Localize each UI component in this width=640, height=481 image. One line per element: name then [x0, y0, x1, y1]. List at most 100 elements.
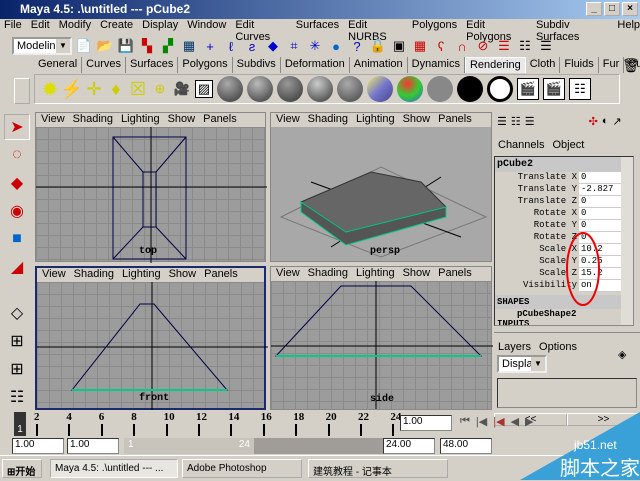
options-menu[interactable]: Options: [539, 341, 577, 353]
viewport-top[interactable]: View Shading Lighting Show Panels top: [35, 112, 267, 263]
ipr-icon[interactable]: ●: [327, 37, 345, 55]
layer-display-select[interactable]: Display: [497, 355, 547, 373]
menu-display[interactable]: Display: [142, 19, 178, 35]
spot-light-icon[interactable]: ♦: [107, 79, 125, 99]
render-view-icon[interactable]: 🎬: [517, 78, 539, 100]
vp-menu-shading[interactable]: Shading: [73, 113, 113, 127]
ambient-light-icon[interactable]: ✹: [41, 79, 59, 101]
camera-icon[interactable]: 🎥: [173, 80, 191, 98]
vp-menu-panels[interactable]: Panels: [438, 113, 472, 127]
tab-cloth[interactable]: Cloth: [526, 57, 561, 73]
snap-view-icon[interactable]: ◆: [264, 37, 282, 55]
channel-value[interactable]: 0: [579, 172, 625, 184]
menu-window[interactable]: Window: [187, 19, 226, 35]
snap-curve-icon[interactable]: ℓ: [222, 37, 240, 55]
minimize-button[interactable]: _: [586, 2, 602, 16]
new-layer-icon[interactable]: ◈: [618, 348, 626, 361]
rotate-tool-icon[interactable]: ◉: [4, 198, 30, 224]
menu-subdiv-surfaces[interactable]: Subdiv Surfaces: [536, 19, 608, 43]
tab-dynamics[interactable]: Dynamics: [408, 57, 465, 73]
step-back-frame-icon[interactable]: |◀: [493, 415, 504, 428]
menu-create[interactable]: Create: [100, 19, 133, 35]
move-tool-icon[interactable]: ◆: [4, 170, 30, 196]
select-tool-icon[interactable]: ➤: [4, 114, 30, 140]
vp-menu-show[interactable]: Show: [403, 113, 431, 127]
layout-view-icon[interactable]: ⊞: [4, 356, 30, 382]
channel-value[interactable]: 0: [579, 208, 625, 220]
end-time-field[interactable]: 48.00: [440, 438, 492, 454]
step-back-key-icon[interactable]: |◀: [476, 415, 487, 428]
attribute-layout-icon[interactable]: ☷: [511, 115, 521, 131]
surface-shader-icon[interactable]: [427, 76, 453, 102]
select-object-icon[interactable]: ▞: [159, 37, 177, 55]
channel-row[interactable]: Translate Z0: [495, 196, 633, 208]
viewport-persp[interactable]: View Shading Lighting Show Panels persp: [270, 112, 492, 262]
channel-scrollbar[interactable]: [621, 157, 633, 325]
tab-fluids[interactable]: Fluids: [560, 57, 599, 73]
vp-menu-shading[interactable]: Shading: [308, 113, 348, 127]
playback-start-field[interactable]: 1.00: [67, 438, 119, 454]
select-icon[interactable]: ▣: [390, 37, 408, 55]
current-time-field[interactable]: 1.00: [400, 415, 452, 431]
shading-map-icon[interactable]: [487, 76, 513, 102]
texture-icon[interactable]: ▨: [195, 80, 213, 98]
vp-menu-lighting[interactable]: Lighting: [356, 113, 395, 127]
tab-deformation[interactable]: Deformation: [281, 57, 350, 73]
select-component-icon[interactable]: ▦: [180, 37, 198, 55]
vp-menu-show[interactable]: Show: [169, 268, 197, 282]
mode-select[interactable]: Modeling: [12, 37, 72, 55]
lasso-tool-icon[interactable]: ◌: [4, 142, 30, 168]
shape-name[interactable]: pCubeShape2: [495, 309, 633, 319]
shelf-menu-button[interactable]: [14, 78, 30, 104]
snap-grid-icon[interactable]: +: [201, 37, 219, 55]
channel-box-toggle-icon[interactable]: ☰: [495, 37, 513, 55]
channels-tab[interactable]: Channels: [498, 139, 544, 151]
help-icon[interactable]: ?: [348, 37, 366, 55]
tab-rendering[interactable]: Rendering: [464, 57, 526, 73]
menu-modify[interactable]: Modify: [59, 19, 91, 35]
vp-menu-lighting[interactable]: Lighting: [356, 267, 395, 281]
directional-light-icon[interactable]: ⚡: [61, 79, 83, 99]
menu-help[interactable]: Help: [617, 19, 640, 35]
menu-polygons[interactable]: Polygons: [412, 19, 457, 35]
layers-menu[interactable]: Layers: [498, 341, 531, 353]
outliner-icon[interactable]: ʕ: [432, 37, 450, 55]
vp-menu-view[interactable]: View: [276, 267, 300, 281]
vp-menu-show[interactable]: Show: [168, 113, 196, 127]
trash-icon[interactable]: 🗑: [622, 57, 640, 74]
manipulator-tool-icon[interactable]: ◢: [4, 254, 30, 280]
menu-edit[interactable]: Edit: [31, 19, 50, 35]
tab-subdivs[interactable]: Subdivs: [233, 57, 281, 73]
render-icon[interactable]: ✳: [306, 37, 324, 55]
lambert-icon[interactable]: [217, 76, 243, 102]
tab-surfaces[interactable]: Surfaces: [126, 57, 179, 73]
menu-surfaces[interactable]: Surfaces: [296, 19, 339, 35]
vp-menu-lighting[interactable]: Lighting: [122, 268, 161, 282]
blinn-icon[interactable]: [247, 76, 273, 102]
menu-edit-curves[interactable]: Edit Curves: [235, 19, 286, 43]
tab-animation[interactable]: Animation: [350, 57, 408, 73]
render-globals-icon[interactable]: ☷: [569, 78, 591, 100]
channel-row[interactable]: Translate Y -2.827: [495, 184, 633, 196]
taskbar-item-photoshop[interactable]: Adobe Photoshop: [182, 459, 302, 478]
channel-row[interactable]: Rotate X0: [495, 208, 633, 220]
vp-menu-view[interactable]: View: [42, 268, 66, 282]
outliner-view-icon[interactable]: ☷: [4, 384, 30, 410]
lock-icon[interactable]: 🔒: [369, 37, 387, 55]
use-background-icon[interactable]: [457, 76, 483, 102]
point-light-icon[interactable]: ✛: [85, 79, 103, 99]
manipulator-icon[interactable]: ✣: [589, 115, 598, 131]
hypershade-icon[interactable]: ⊘: [474, 37, 492, 55]
combined-layout-icon[interactable]: ☰: [525, 115, 535, 131]
range-slider-start[interactable]: 1: [128, 439, 134, 453]
save-scene-icon[interactable]: 💾: [117, 37, 135, 55]
anisotropic-icon[interactable]: [337, 76, 363, 102]
vp-menu-shading[interactable]: Shading: [74, 268, 114, 282]
phonge-icon[interactable]: [307, 76, 333, 102]
layered-shader-icon[interactable]: [367, 76, 393, 102]
layout2-icon[interactable]: ☰: [537, 37, 555, 55]
menu-edit-nurbs[interactable]: Edit NURBS: [348, 19, 403, 43]
range-slider-end[interactable]: 24: [239, 439, 250, 453]
vp-menu-view[interactable]: View: [41, 113, 65, 127]
viewport-side[interactable]: View Shading Lighting Show Panels side: [270, 266, 493, 410]
